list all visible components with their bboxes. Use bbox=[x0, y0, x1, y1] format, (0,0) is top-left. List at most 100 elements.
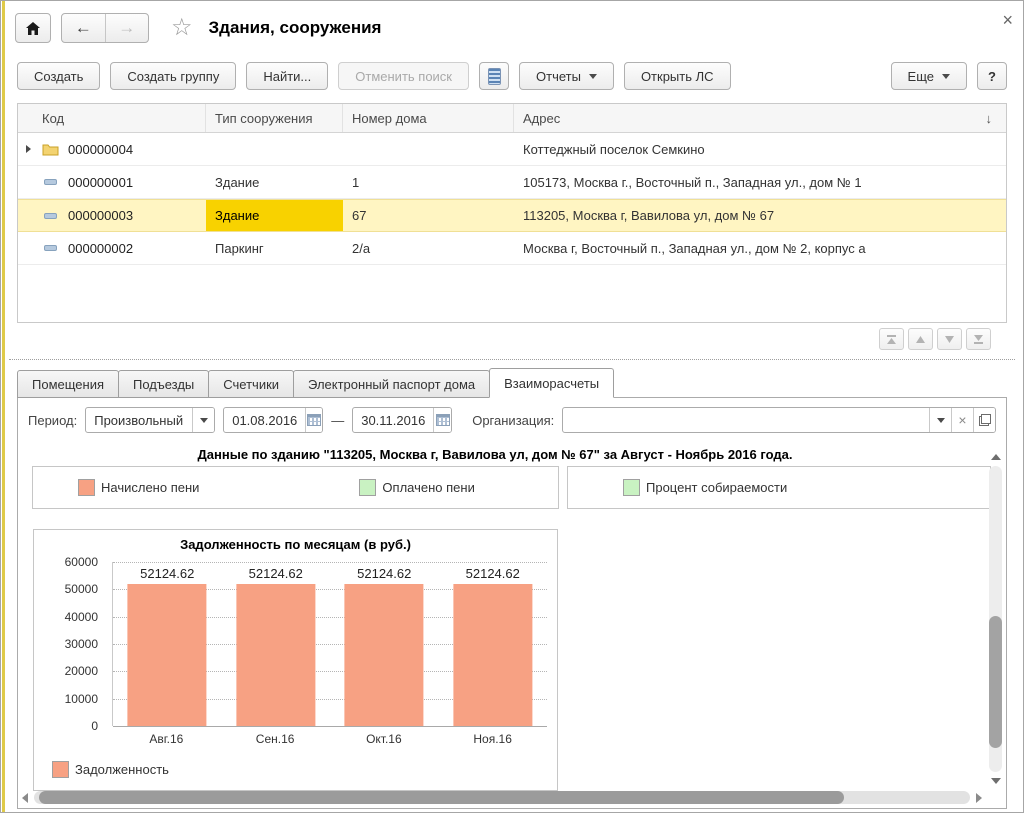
list-icon bbox=[488, 68, 501, 85]
filter-row: Период: Произвольный 01.08.2016 — 30.11.… bbox=[18, 398, 1006, 442]
table-header: Код Тип сооружения Номер дома Адрес ↓ bbox=[18, 104, 1006, 133]
create-group-button[interactable]: Создать группу bbox=[110, 62, 236, 90]
expand-icon[interactable] bbox=[26, 145, 31, 153]
date-to-field[interactable]: 30.11.2016 bbox=[352, 407, 452, 433]
gridline bbox=[113, 726, 547, 727]
horizontal-scrollbar[interactable] bbox=[22, 791, 982, 805]
home-button[interactable] bbox=[15, 13, 51, 43]
bar[interactable] bbox=[128, 584, 207, 726]
bar-slot: 52124.62 bbox=[330, 562, 439, 726]
find-button-label: Найти... bbox=[263, 69, 311, 84]
find-button[interactable]: Найти... bbox=[246, 62, 328, 90]
date-from-field[interactable]: 01.08.2016 bbox=[223, 407, 323, 433]
cell-number[interactable]: 67 bbox=[343, 200, 514, 231]
horizontal-scroll-track[interactable] bbox=[34, 791, 970, 804]
x-tick-label: Ноя.16 bbox=[438, 732, 547, 746]
create-button[interactable]: Создать bbox=[17, 62, 100, 90]
vertical-scrollbar[interactable] bbox=[988, 454, 1004, 784]
debt-chart: Задолженность по месяцам (в руб.) 010000… bbox=[33, 529, 558, 791]
date-range-dash: — bbox=[331, 413, 344, 428]
scroll-left-icon[interactable] bbox=[22, 793, 28, 803]
scroll-up-icon[interactable] bbox=[991, 454, 1001, 460]
cell-code[interactable]: 000000002 bbox=[18, 232, 206, 264]
column-header-type[interactable]: Тип сооружения bbox=[206, 104, 343, 132]
help-button[interactable]: ? bbox=[977, 62, 1007, 90]
buildings-table: Код Тип сооружения Номер дома Адрес ↓ 00… bbox=[17, 103, 1007, 323]
scroll-down-icon[interactable] bbox=[991, 778, 1001, 784]
history-nav: ← → bbox=[61, 13, 149, 43]
scroll-right-icon[interactable] bbox=[976, 793, 982, 803]
create-group-button-label: Создать группу bbox=[127, 69, 219, 84]
report-header: Данные по зданию "113205, Москва г, Вави… bbox=[18, 447, 972, 462]
y-tick-label: 20000 bbox=[65, 664, 98, 678]
reports-button[interactable]: Отчеты bbox=[519, 62, 614, 90]
bar[interactable] bbox=[236, 584, 315, 726]
bar-slot: 52124.62 bbox=[439, 562, 548, 726]
back-button[interactable]: ← bbox=[62, 14, 106, 42]
favorite-star-icon[interactable]: ☆ bbox=[171, 16, 193, 40]
bar-slot: 52124.62 bbox=[113, 562, 222, 726]
cell-type[interactable] bbox=[206, 133, 343, 165]
column-header-address[interactable]: Адрес ↓ bbox=[514, 104, 1006, 132]
period-select[interactable]: Произвольный bbox=[85, 407, 215, 433]
cell-address[interactable]: Коттеджный поселок Семкино bbox=[514, 133, 1006, 165]
cell-code[interactable]: 000000004 bbox=[18, 133, 206, 165]
go-last-button[interactable] bbox=[966, 328, 991, 350]
organization-combo[interactable]: × bbox=[562, 407, 996, 433]
organization-dropdown-button[interactable] bbox=[929, 408, 951, 432]
legend-swatch bbox=[78, 479, 95, 496]
clear-icon: × bbox=[958, 413, 966, 427]
table-row[interactable]: 000000004 Коттеджный поселок Семкино bbox=[18, 133, 1006, 166]
forward-button[interactable]: → bbox=[106, 14, 149, 42]
go-first-button[interactable] bbox=[879, 328, 904, 350]
horizontal-scroll-thumb[interactable] bbox=[39, 791, 844, 804]
bar[interactable] bbox=[453, 584, 532, 726]
organization-open-button[interactable] bbox=[973, 408, 995, 432]
tab-Помещения[interactable]: Помещения bbox=[17, 370, 119, 398]
open-ls-button[interactable]: Открыть ЛС bbox=[624, 62, 731, 90]
cell-number[interactable] bbox=[343, 133, 514, 165]
legend-label: Начислено пени bbox=[101, 480, 199, 495]
date-from-calendar-button[interactable] bbox=[305, 408, 322, 432]
period-select-dropdown[interactable] bbox=[192, 408, 214, 432]
tab-Счетчики[interactable]: Счетчики bbox=[208, 370, 294, 398]
go-prev-button[interactable] bbox=[908, 328, 933, 350]
tab-Электронный паспорт дома[interactable]: Электронный паспорт дома bbox=[293, 370, 490, 398]
bar-slot: 52124.62 bbox=[222, 562, 331, 726]
bar[interactable] bbox=[345, 584, 424, 726]
cell-address[interactable]: Москва г, Восточный п., Западная ул., до… bbox=[514, 232, 1006, 264]
table-row[interactable]: 000000003 Здание67113205, Москва г, Вавил… bbox=[18, 199, 1006, 232]
cell-code[interactable]: 000000003 bbox=[18, 200, 206, 231]
vertical-scroll-thumb[interactable] bbox=[989, 616, 1002, 748]
y-tick-label: 60000 bbox=[65, 555, 98, 569]
date-to-calendar-button[interactable] bbox=[433, 408, 451, 432]
go-next-button[interactable] bbox=[937, 328, 962, 350]
cell-code[interactable]: 000000001 bbox=[18, 166, 206, 198]
more-button-label: Еще bbox=[908, 69, 934, 84]
cell-type[interactable]: Здание bbox=[206, 200, 343, 231]
legend-swatch bbox=[359, 479, 376, 496]
cell-number[interactable]: 2/а bbox=[343, 232, 514, 264]
x-tick-label: Сен.16 bbox=[221, 732, 330, 746]
table-row[interactable]: 000000001Здание1105173, Москва г., Восто… bbox=[18, 166, 1006, 199]
tab-Подъезды[interactable]: Подъезды bbox=[118, 370, 209, 398]
cell-address[interactable]: 113205, Москва г, Вавилова ул, дом № 67 bbox=[514, 200, 1006, 231]
tab-Взаиморасчеты[interactable]: Взаиморасчеты bbox=[489, 368, 614, 398]
cell-type[interactable]: Здание bbox=[206, 166, 343, 198]
legend-label: Задолженность bbox=[75, 762, 169, 777]
column-header-code[interactable]: Код bbox=[18, 104, 206, 132]
back-icon: ← bbox=[75, 18, 92, 38]
more-button[interactable]: Еще bbox=[891, 62, 967, 90]
list-settings-button[interactable] bbox=[479, 62, 509, 90]
cell-code-value: 000000003 bbox=[68, 208, 133, 223]
organization-clear-button[interactable]: × bbox=[951, 408, 973, 432]
create-button-label: Создать bbox=[34, 69, 83, 84]
column-header-number[interactable]: Номер дома bbox=[343, 104, 514, 132]
close-icon[interactable]: × bbox=[1002, 11, 1013, 29]
splitter[interactable] bbox=[9, 359, 1015, 360]
cell-type[interactable]: Паркинг bbox=[206, 232, 343, 264]
cell-address[interactable]: 105173, Москва г., Восточный п., Западна… bbox=[514, 166, 1006, 198]
vertical-scroll-track[interactable] bbox=[989, 466, 1002, 772]
table-row[interactable]: 000000002Паркинг2/аМосква г, Восточный п… bbox=[18, 232, 1006, 265]
cell-number[interactable]: 1 bbox=[343, 166, 514, 198]
